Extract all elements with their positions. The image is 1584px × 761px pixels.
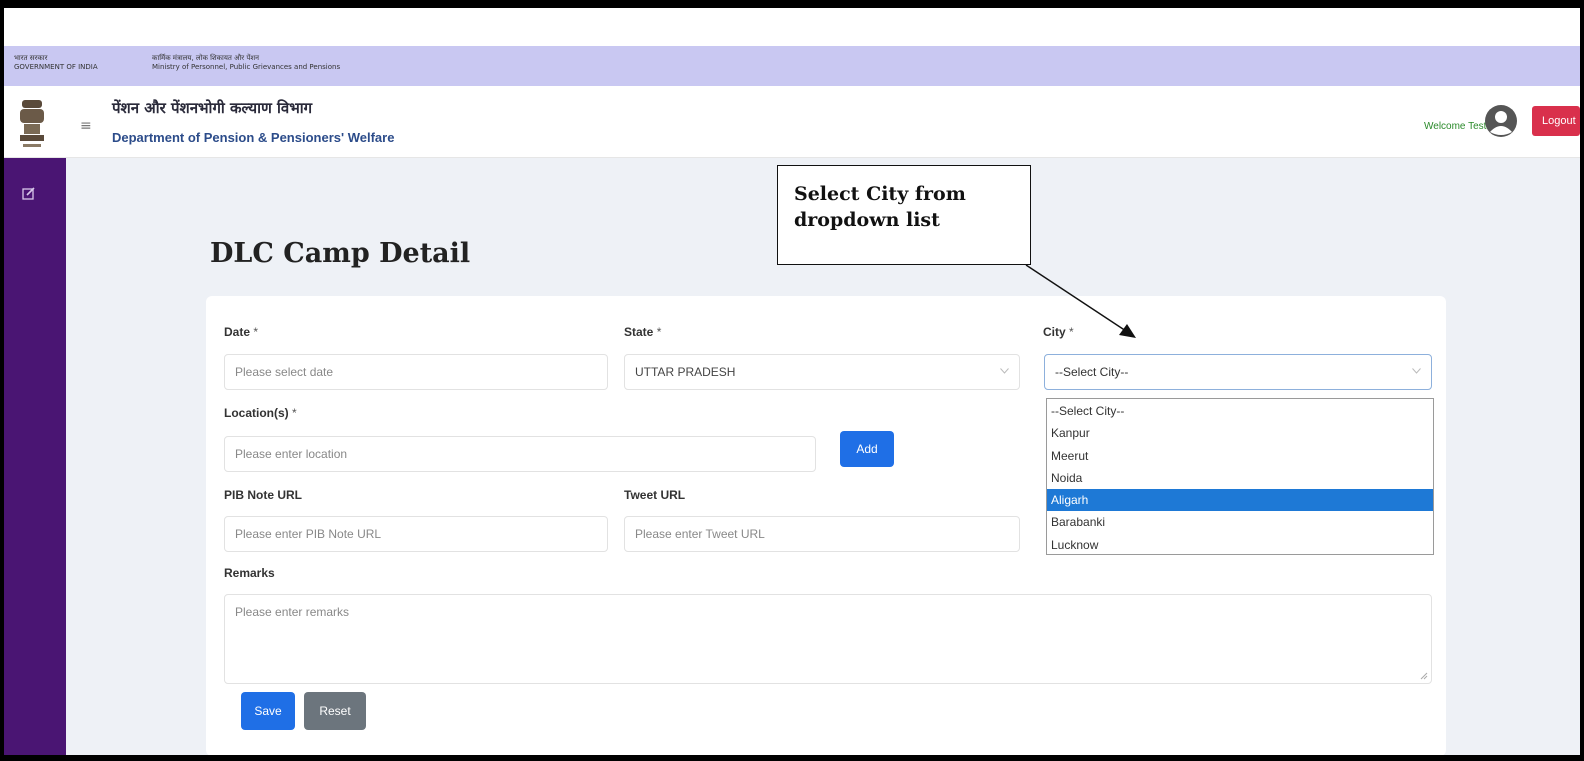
gov-name: भारत सरकार GOVERNMENT OF INDIA	[14, 54, 98, 72]
date-input[interactable]: Please select date	[224, 354, 608, 390]
instruction-callout: Select City from dropdown list	[777, 165, 1031, 265]
department-name-english: Department of Pension & Pensioners' Welf…	[112, 130, 395, 145]
location-label-text: Location(s)	[224, 406, 289, 420]
app-window: भारत सरकार GOVERNMENT OF INDIA कार्मिक म…	[4, 8, 1580, 755]
edit-icon[interactable]	[22, 186, 36, 200]
page-title: DLC Camp Detail	[210, 238, 471, 269]
city-label-text: City	[1043, 325, 1066, 339]
state-select[interactable]: UTTAR PRADESH	[624, 354, 1020, 390]
site-header: ≡ पेंशन और पेंशनभोगी कल्याण विभाग Depart…	[4, 86, 1580, 158]
location-input[interactable]: Please enter location	[224, 436, 816, 472]
required-mark: *	[656, 325, 662, 339]
callout-line-1: Select City from	[794, 183, 966, 205]
pib-note-url-input[interactable]: Please enter PIB Note URL	[224, 516, 608, 552]
government-banner: भारत सरकार GOVERNMENT OF INDIA कार्मिक म…	[4, 46, 1580, 86]
national-emblem-icon	[20, 100, 44, 147]
department-name-hindi: पेंशन और पेंशनभोगी कल्याण विभाग	[112, 99, 313, 117]
required-mark: *	[292, 406, 297, 420]
remarks-textarea[interactable]: Please enter remarks	[224, 594, 1432, 684]
tweet-url-input[interactable]: Please enter Tweet URL	[624, 516, 1020, 552]
city-option[interactable]: Barabanki	[1047, 511, 1433, 533]
city-option[interactable]: --Select City--	[1047, 400, 1433, 422]
menu-toggle-icon[interactable]: ≡	[80, 119, 94, 133]
state-label-text: State	[624, 325, 654, 339]
add-location-button[interactable]: Add	[840, 431, 894, 467]
resize-handle-icon[interactable]	[1420, 672, 1428, 680]
save-button[interactable]: Save	[241, 692, 295, 730]
gov-name-english: GOVERNMENT OF INDIA	[14, 63, 98, 72]
sidebar	[4, 158, 66, 755]
user-avatar-icon[interactable]	[1484, 104, 1518, 138]
remarks-label: Remarks	[224, 566, 275, 580]
chevron-down-icon	[1000, 368, 1009, 374]
chevron-down-icon	[1412, 368, 1421, 374]
location-label: Location(s) *	[224, 406, 297, 420]
city-select-value: --Select City--	[1055, 365, 1129, 379]
callout-line-2: dropdown list	[794, 208, 940, 231]
tweet-url-label: Tweet URL	[624, 488, 686, 502]
state-select-value: UTTAR PRADESH	[635, 365, 736, 379]
ministry-name-hindi: कार्मिक मंत्रालय, लोक शिकायत और पेंशन	[152, 54, 259, 62]
reset-button[interactable]: Reset	[304, 692, 366, 730]
city-option[interactable]: Meerut	[1047, 445, 1433, 467]
date-label: Date *	[224, 325, 258, 339]
pib-note-url-label: PIB Note URL	[224, 488, 302, 502]
city-dropdown-list[interactable]: --Select City-- Kanpur Meerut Noida Alig…	[1046, 398, 1434, 555]
city-option-highlighted[interactable]: Aligarh	[1047, 489, 1433, 512]
city-select[interactable]: --Select City--	[1044, 354, 1432, 390]
required-mark: *	[253, 325, 259, 339]
city-option[interactable]: Noida	[1047, 467, 1433, 489]
remarks-placeholder: Please enter remarks	[235, 605, 350, 619]
ministry-name-english: Ministry of Personnel, Public Grievances…	[152, 63, 341, 72]
city-option[interactable]: Lucknow	[1047, 534, 1433, 556]
gov-name-hindi: भारत सरकार	[14, 54, 48, 62]
city-label: City *	[1043, 325, 1074, 339]
state-label: State *	[624, 325, 661, 339]
date-label-text: Date	[224, 325, 251, 339]
logout-button[interactable]: Logout	[1532, 106, 1580, 136]
required-mark: *	[1069, 325, 1074, 339]
ministry-name: कार्मिक मंत्रालय, लोक शिकायत और पेंशन Mi…	[152, 54, 340, 72]
city-option[interactable]: Kanpur	[1047, 422, 1433, 444]
